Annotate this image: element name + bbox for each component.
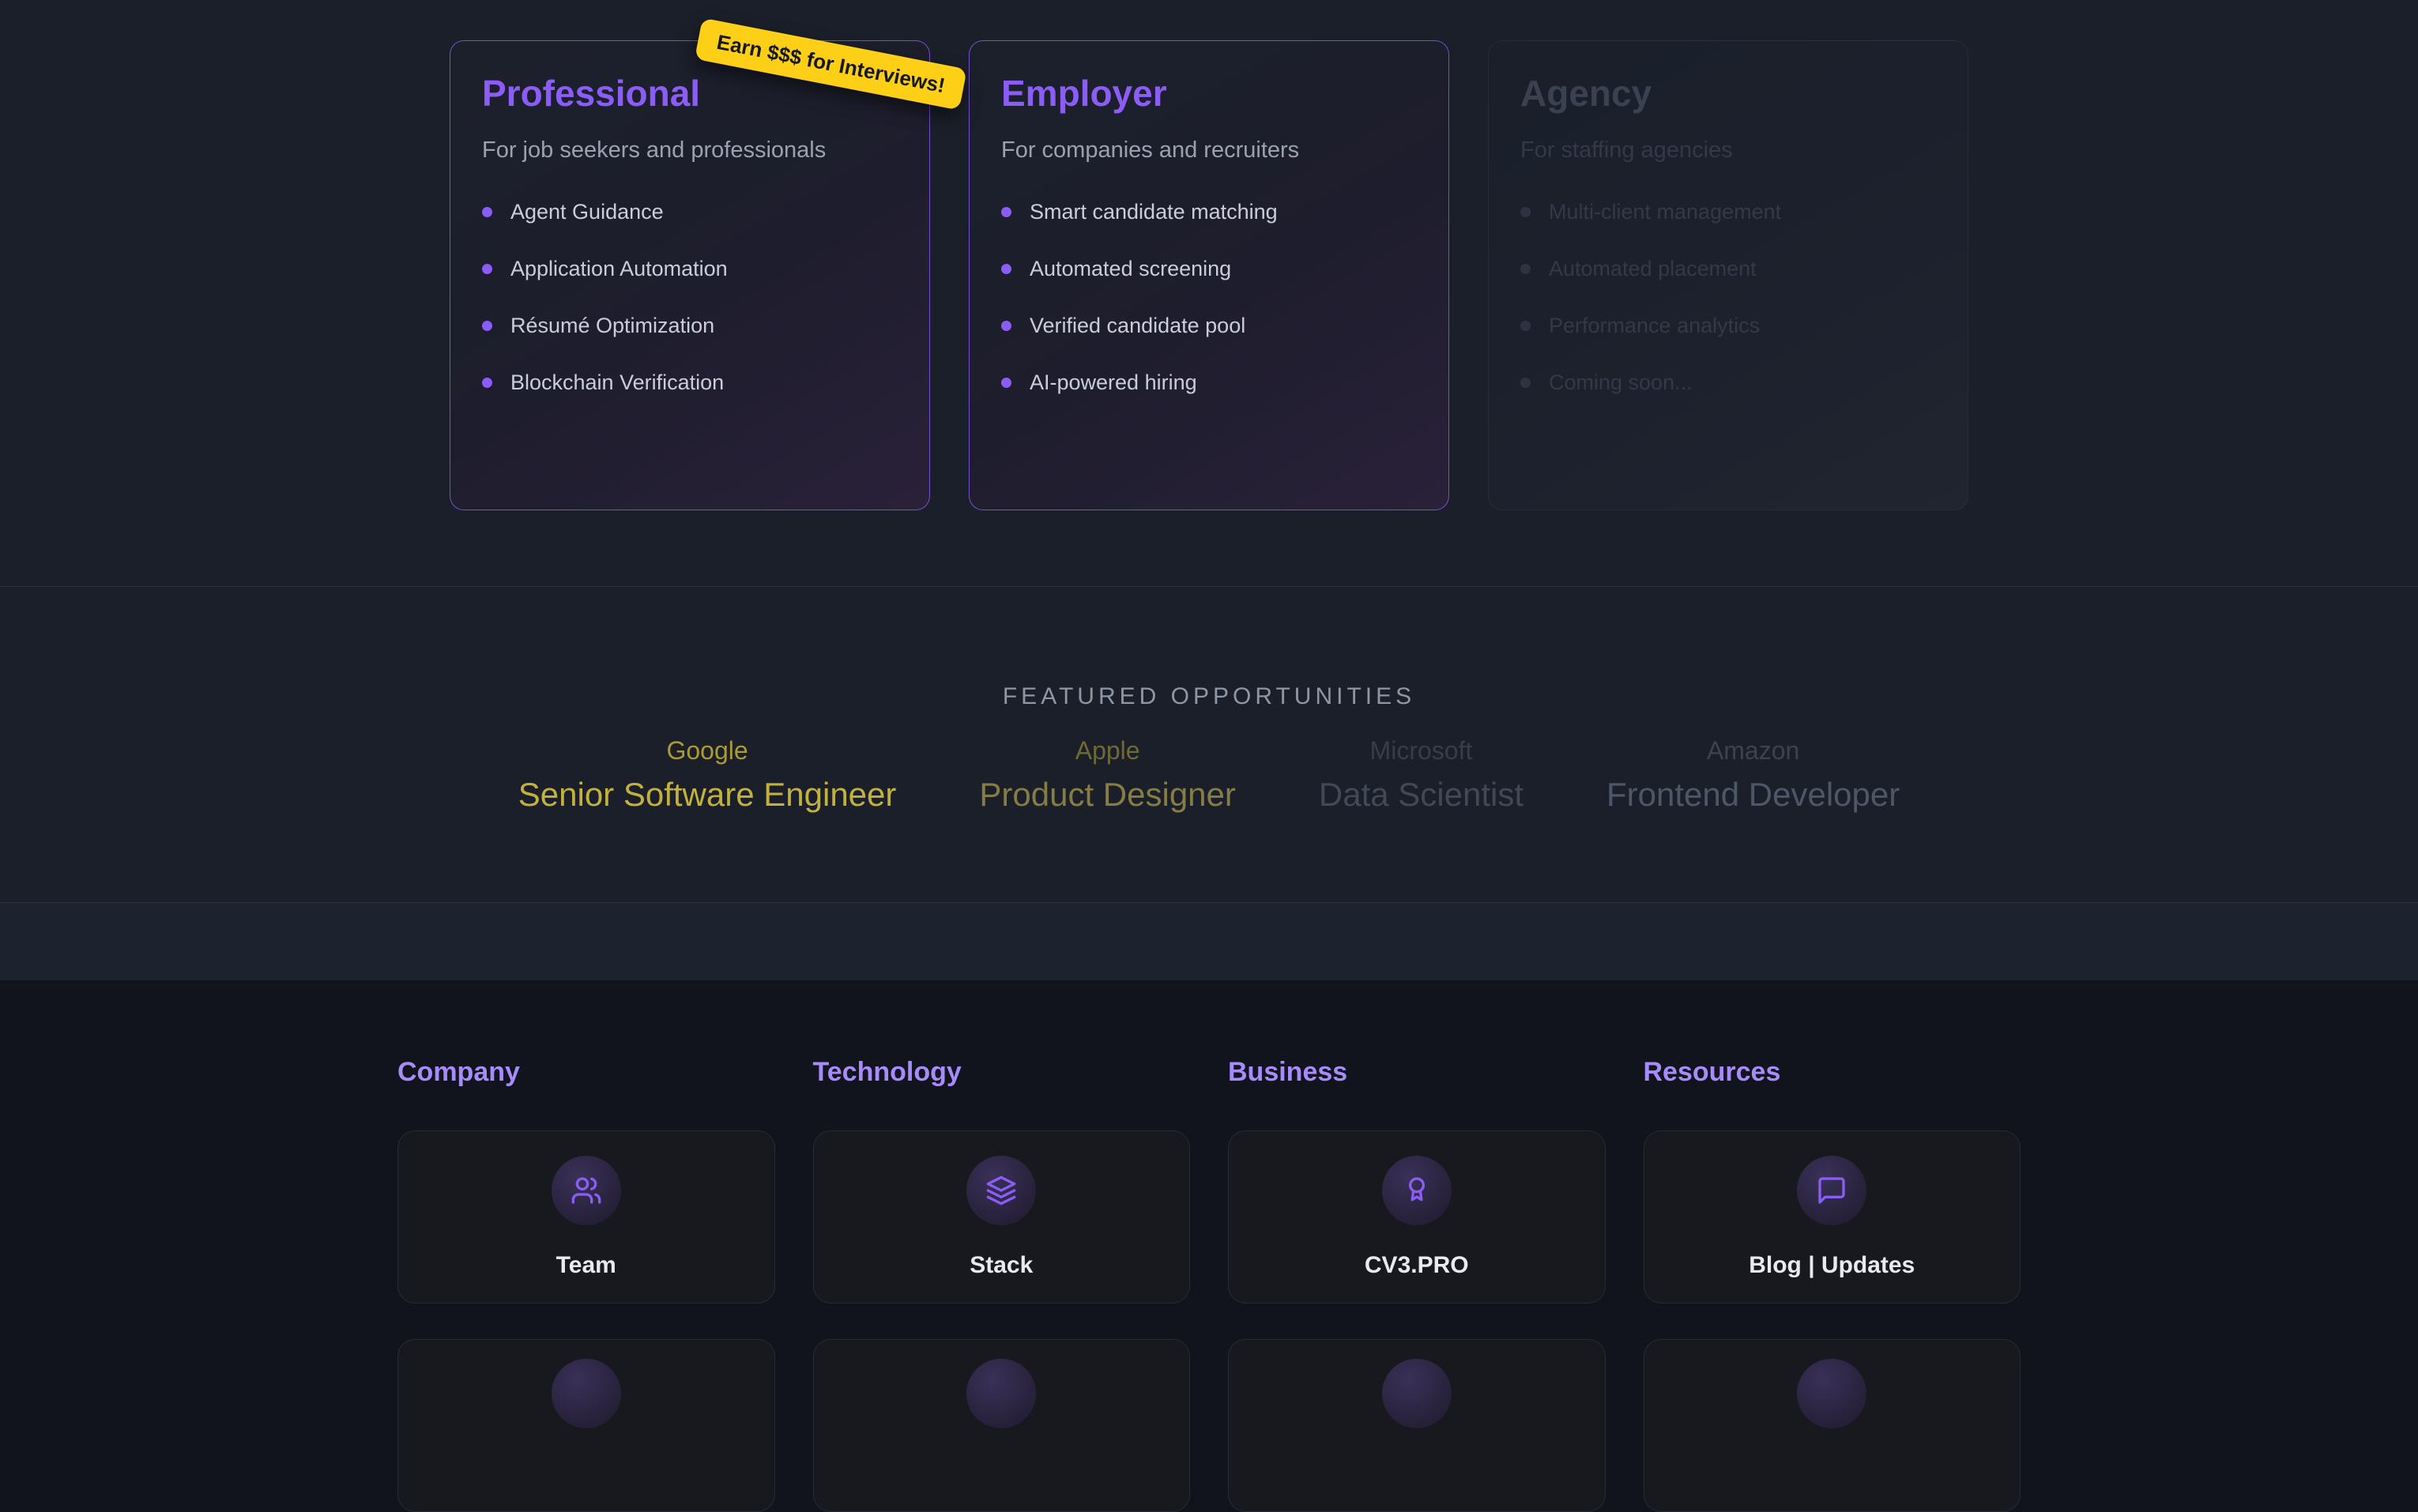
opportunity-role: Senior Software Engineer bbox=[518, 776, 897, 814]
footer-card-team[interactable]: Team bbox=[397, 1130, 775, 1303]
bullet-dot-icon bbox=[1520, 264, 1531, 274]
bullet-dot-icon bbox=[1001, 207, 1011, 217]
footer-card-partial[interactable] bbox=[1644, 1339, 2021, 1512]
plan-feature: Agent Guidance bbox=[482, 201, 898, 224]
section-divider-band bbox=[0, 903, 2418, 980]
footer-cards-row: Team Stack CV3.PRO bbox=[397, 1130, 2021, 1303]
footer-card-partial[interactable] bbox=[813, 1339, 1191, 1512]
plan-feature: Automated screening bbox=[1001, 258, 1417, 280]
plan-feature-label: Multi-client management bbox=[1549, 200, 1781, 224]
footer-card-label: Stack bbox=[970, 1252, 1033, 1279]
opportunity-item-apple[interactable]: Apple Product Designer bbox=[979, 736, 1236, 814]
bullet-dot-icon bbox=[1001, 378, 1011, 388]
plan-feature-list: Multi-client management Automated placem… bbox=[1520, 201, 1936, 394]
opportunity-company: Amazon bbox=[1606, 736, 1900, 765]
plan-title: Employer bbox=[1001, 73, 1417, 114]
message-square-icon bbox=[1816, 1175, 1847, 1206]
footer-card-stack[interactable]: Stack bbox=[813, 1130, 1191, 1303]
footer-cards-row-partial bbox=[397, 1339, 2021, 1512]
footer-card-label: Blog | Updates bbox=[1749, 1252, 1915, 1279]
award-icon bbox=[1401, 1175, 1433, 1206]
plan-feature: AI-powered hiring bbox=[1001, 372, 1417, 394]
plan-feature: Multi-client management bbox=[1520, 201, 1936, 224]
footer-card-blog[interactable]: Blog | Updates bbox=[1644, 1130, 2021, 1303]
plan-feature: Blockchain Verification bbox=[482, 372, 898, 394]
bullet-dot-icon bbox=[1520, 321, 1531, 331]
featured-opportunities-section: FEATURED OPPORTUNITIES Google Senior Sof… bbox=[0, 587, 2418, 903]
plan-subtitle: For companies and recruiters bbox=[1001, 137, 1417, 164]
footer-card-partial[interactable] bbox=[397, 1339, 775, 1512]
footer-card-label: CV3.PRO bbox=[1365, 1252, 1469, 1279]
plan-feature-label: Application Automation bbox=[510, 257, 728, 281]
opportunity-item-amazon[interactable]: Amazon Frontend Developer bbox=[1606, 736, 1900, 814]
plan-feature: Smart candidate matching bbox=[1001, 201, 1417, 224]
opportunity-company: Google bbox=[518, 736, 897, 765]
plan-title: Agency bbox=[1520, 73, 1936, 114]
plan-card-professional[interactable]: Professional For job seekers and profess… bbox=[450, 40, 930, 510]
plan-feature-label: Agent Guidance bbox=[510, 200, 664, 224]
footer: Company Technology Business Resources Te… bbox=[0, 980, 2418, 1512]
plans-row: Professional For job seekers and profess… bbox=[0, 0, 2418, 510]
icon-circle bbox=[966, 1359, 1036, 1428]
plan-card-agency[interactable]: Agency For staffing agencies Multi-clien… bbox=[1488, 40, 1968, 510]
footer-heading-technology: Technology bbox=[813, 1056, 1191, 1088]
opportunity-item-google[interactable]: Google Senior Software Engineer bbox=[518, 736, 897, 814]
bullet-dot-icon bbox=[482, 378, 492, 388]
bullet-dot-icon bbox=[482, 207, 492, 217]
plan-feature-label: Verified candidate pool bbox=[1030, 314, 1245, 338]
icon-circle bbox=[552, 1359, 621, 1428]
users-icon bbox=[571, 1175, 602, 1206]
plan-feature: Application Automation bbox=[482, 258, 898, 280]
plan-feature-label: AI-powered hiring bbox=[1030, 370, 1197, 395]
icon-circle bbox=[1797, 1156, 1866, 1225]
icon-circle bbox=[1797, 1359, 1866, 1428]
plan-feature-list: Agent Guidance Application Automation Ré… bbox=[482, 201, 898, 394]
opportunity-role: Product Designer bbox=[979, 776, 1236, 814]
plan-feature: Performance analytics bbox=[1520, 315, 1936, 337]
opportunity-company: Apple bbox=[979, 736, 1236, 765]
plan-feature: Automated placement bbox=[1520, 258, 1936, 280]
plan-feature-label: Coming soon... bbox=[1549, 370, 1693, 395]
plan-feature-label: Blockchain Verification bbox=[510, 370, 724, 395]
plan-feature-list: Smart candidate matching Automated scree… bbox=[1001, 201, 1417, 394]
opportunities-carousel: Google Senior Software Engineer Apple Pr… bbox=[0, 736, 2418, 814]
plan-feature-label: Automated screening bbox=[1030, 257, 1231, 281]
bullet-dot-icon bbox=[1520, 378, 1531, 388]
plan-subtitle: For job seekers and professionals bbox=[482, 137, 898, 164]
bullet-dot-icon bbox=[482, 321, 492, 331]
plan-feature-label: Performance analytics bbox=[1549, 314, 1760, 338]
bullet-dot-icon bbox=[1001, 264, 1011, 274]
icon-circle bbox=[1382, 1359, 1452, 1428]
footer-card-label: Team bbox=[556, 1252, 616, 1279]
plan-feature: Résumé Optimization bbox=[482, 315, 898, 337]
featured-heading: FEATURED OPPORTUNITIES bbox=[0, 587, 2418, 710]
plan-card-employer[interactable]: Employer For companies and recruiters Sm… bbox=[969, 40, 1449, 510]
plan-feature-label: Résumé Optimization bbox=[510, 314, 714, 338]
opportunity-item-microsoft[interactable]: Microsoft Data Scientist bbox=[1319, 736, 1523, 814]
layers-icon bbox=[985, 1175, 1017, 1206]
opportunity-role: Data Scientist bbox=[1319, 776, 1523, 814]
plan-feature: Verified candidate pool bbox=[1001, 315, 1417, 337]
icon-circle bbox=[552, 1156, 621, 1225]
bullet-dot-icon bbox=[482, 264, 492, 274]
bullet-dot-icon bbox=[1001, 321, 1011, 331]
icon-circle bbox=[1382, 1156, 1452, 1225]
opportunity-role: Frontend Developer bbox=[1606, 776, 1900, 814]
icon-circle bbox=[966, 1156, 1036, 1225]
footer-card-partial[interactable] bbox=[1228, 1339, 1606, 1512]
bullet-dot-icon bbox=[1520, 207, 1531, 217]
plan-subtitle: For staffing agencies bbox=[1520, 137, 1936, 164]
footer-headings-row: Company Technology Business Resources bbox=[397, 1056, 2021, 1130]
opportunity-company: Microsoft bbox=[1319, 736, 1523, 765]
plan-feature-label: Smart candidate matching bbox=[1030, 200, 1278, 224]
footer-heading-resources: Resources bbox=[1644, 1056, 2021, 1088]
footer-heading-business: Business bbox=[1228, 1056, 1606, 1088]
plans-section: Earn $$$ for Interviews! Professional Fo… bbox=[0, 0, 2418, 587]
footer-card-cv3pro[interactable]: CV3.PRO bbox=[1228, 1130, 1606, 1303]
plan-feature-label: Automated placement bbox=[1549, 257, 1757, 281]
footer-heading-company: Company bbox=[397, 1056, 775, 1088]
plan-feature: Coming soon... bbox=[1520, 372, 1936, 394]
